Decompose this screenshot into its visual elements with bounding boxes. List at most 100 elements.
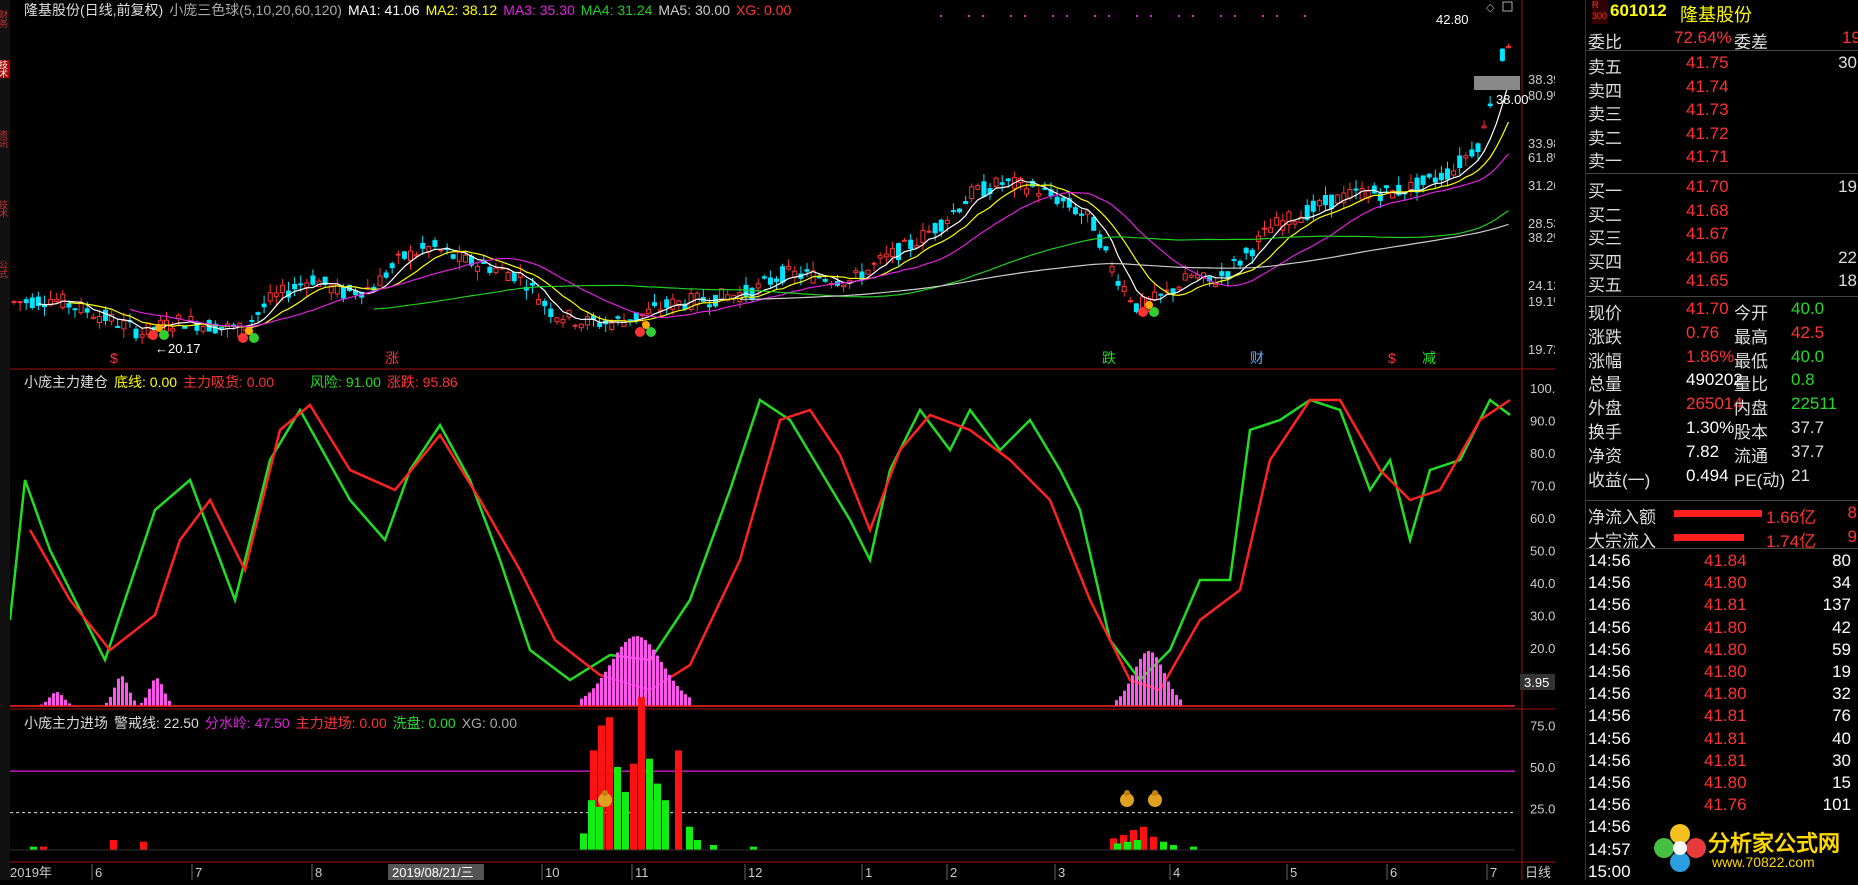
tick-time: 14:56 <box>1588 595 1631 615</box>
pink-hist-bar <box>129 692 132 706</box>
tick-price: 41.81 <box>1704 706 1747 726</box>
pink-hist-bar <box>672 680 675 706</box>
panel2-axis-label: 70.00 <box>1530 479 1555 494</box>
ask-price: 41.71 <box>1686 147 1729 167</box>
candle-body <box>969 186 975 200</box>
ma5-value: MA5: 30.00 <box>658 2 731 18</box>
pink-hist-bar <box>656 655 659 706</box>
pink-hist-bar <box>636 636 639 706</box>
candle-body <box>310 275 316 285</box>
ma1-value: MA1: 41.06 <box>347 2 420 18</box>
signal-dot <box>968 15 970 17</box>
tick-volume: 42 <box>1832 617 1851 637</box>
ma2-value: MA2: 38.12 <box>425 2 498 18</box>
candle-body <box>542 300 548 307</box>
bid-row: 买四 41.66 22 <box>1586 247 1858 272</box>
candle-body <box>1506 46 1511 49</box>
left-tab[interactable]: 技术 <box>0 200 10 218</box>
low-price-label: ←20.17 <box>155 341 201 356</box>
panel3-name[interactable]: 小庞主力进场 <box>24 713 108 733</box>
candle-body <box>115 325 121 328</box>
chart-area[interactable]: 42.80 38.3980.9%38.00 33.9861.8% 31.26 28.53… <box>8 0 1565 880</box>
candle-body <box>66 302 72 308</box>
rank-badge: R 300 <box>1592 0 1608 24</box>
stock-code: 601012 <box>1610 1 1667 20</box>
candle-body <box>1158 293 1164 296</box>
candle-body <box>395 253 401 256</box>
candle-body <box>383 272 389 278</box>
panel2-axis-label: 50.00 <box>1530 544 1555 559</box>
left-tab[interactable]: 资讯 <box>0 130 10 148</box>
left-tab[interactable]: 财务 <box>0 10 10 28</box>
candle-body <box>462 254 468 263</box>
signal-dot <box>982 15 984 17</box>
candle-body <box>865 269 871 275</box>
panel3-warn: 警戒线: 22.50 <box>114 715 199 731</box>
histogram-bar <box>646 758 653 850</box>
pink-hist-bar <box>676 685 679 706</box>
ma4-value: MA4: 31.24 <box>580 2 653 18</box>
candle-body <box>1237 260 1243 266</box>
histogram-bar <box>1124 841 1131 850</box>
pink-hist-bar <box>168 700 171 706</box>
x-axis-label: 7 <box>1490 865 1497 880</box>
money-bag-icon <box>602 790 608 796</box>
candle-body <box>11 300 17 304</box>
ball-icon <box>249 333 259 343</box>
panel2-rise: 涨跌: 95.86 <box>386 374 458 390</box>
candle-body <box>1024 188 1030 195</box>
candle-body <box>548 308 554 318</box>
left-tab-strip[interactable]: 财务 技术 资讯 技术 公式 <box>0 0 10 880</box>
candle-body <box>871 262 877 265</box>
stat-value: 40.0 <box>1791 346 1825 366</box>
candle-body <box>1005 178 1011 182</box>
k-line <box>8 398 1511 682</box>
panel2-absorb: 主力吸货: 0.00 <box>183 374 275 390</box>
tick-price: 41.81 <box>1704 595 1747 615</box>
tick-time: 14:56 <box>1588 750 1631 770</box>
candle-body <box>1384 185 1389 189</box>
histogram-bar <box>110 840 117 850</box>
ask-price: 41.74 <box>1686 76 1729 96</box>
panel3-xg: XG: 0.00 <box>461 715 517 731</box>
stat-row: 换手 1.30% 股本 37.7 <box>1586 417 1858 442</box>
histogram-bar <box>1150 836 1157 850</box>
bid-price: 41.66 <box>1686 247 1729 267</box>
chart-canvas[interactable]: 42.80 38.3980.9%38.00 33.9861.8% 31.26 28.53… <box>8 0 1565 880</box>
tick-row: 14:56 41.80 42 <box>1586 617 1858 640</box>
flow-extra: 8 <box>1847 503 1857 522</box>
ask-row: 卖二 41.72 <box>1586 123 1858 148</box>
candle-body <box>493 267 499 274</box>
candle-body <box>438 249 444 252</box>
pink-hist-bar <box>680 690 683 706</box>
panel2-name[interactable]: 小庞主力建仓 <box>24 372 108 392</box>
stat-label: 流通 <box>1734 446 1768 466</box>
left-tab-active[interactable]: 技术 <box>0 60 10 78</box>
candle-body <box>1188 274 1194 278</box>
indicator-name[interactable]: 小庞三色球(5,10,20,60,120) <box>169 0 342 20</box>
candle-body <box>292 284 298 290</box>
histogram-bar <box>1140 826 1147 850</box>
pink-hist-bar <box>652 649 655 706</box>
pink-hist-bar <box>156 678 159 706</box>
tick-volume: 40 <box>1832 728 1851 748</box>
pink-hist-bar <box>688 697 691 706</box>
candle-body <box>1140 296 1145 309</box>
pink-hist-bar <box>56 692 59 706</box>
flow-bar <box>1674 510 1762 517</box>
stat-label: PE(动) <box>1734 470 1785 490</box>
stat-value: 42.5 <box>1791 322 1825 342</box>
signal-dot <box>1192 15 1194 17</box>
signal-dot <box>1220 15 1222 17</box>
candle-body <box>889 248 895 257</box>
histogram-bar <box>710 845 717 850</box>
candle-body <box>963 201 969 205</box>
tick-time: 15:00 <box>1588 861 1631 881</box>
pink-hist-bar <box>1119 696 1122 706</box>
pink-hist-bar <box>1163 673 1166 706</box>
price-axis-label: 28.53 <box>1528 216 1555 231</box>
tick-volume: 15 <box>1832 773 1851 792</box>
tick-row: 14:56 41.81 137 <box>1586 594 1858 617</box>
left-tab[interactable]: 公式 <box>0 260 10 278</box>
weicha-value: 19 <box>1842 28 1858 47</box>
